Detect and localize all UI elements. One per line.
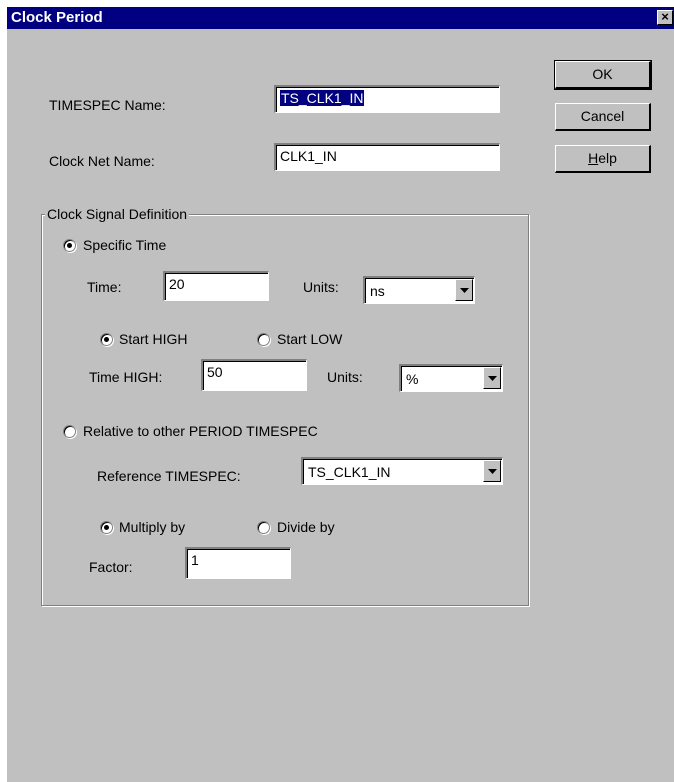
timespec-name-value: TS_CLK1_IN bbox=[280, 90, 365, 106]
time-high-label: Time HIGH: bbox=[89, 369, 163, 385]
units2-select[interactable]: % bbox=[399, 364, 503, 392]
units2-value: % bbox=[406, 371, 419, 387]
timespec-name-label: TIMESPEC Name: bbox=[49, 97, 166, 113]
radio-dot-icon bbox=[104, 525, 109, 530]
divide-by-label: Divide by bbox=[277, 519, 335, 535]
clock-period-dialog: Clock Period × TIMESPEC Name: TS_CLK1_IN… bbox=[6, 6, 674, 782]
timespec-name-input[interactable]: TS_CLK1_IN bbox=[274, 85, 500, 113]
relative-radio[interactable] bbox=[63, 425, 76, 438]
start-low-label: Start LOW bbox=[277, 331, 343, 347]
chevron-down-icon[interactable] bbox=[455, 279, 473, 301]
chevron-down-icon[interactable] bbox=[483, 460, 501, 482]
multiply-by-label: Multiply by bbox=[119, 519, 186, 535]
factor-input[interactable]: 1 bbox=[185, 547, 291, 579]
radio-dot-icon bbox=[67, 243, 72, 248]
reference-timespec-select[interactable]: TS_CLK1_IN bbox=[301, 457, 503, 485]
reference-timespec-label: Reference TIMESPEC: bbox=[97, 468, 241, 484]
close-icon[interactable]: × bbox=[657, 10, 673, 25]
help-label-rest: elp bbox=[598, 150, 617, 166]
time-input[interactable]: 20 bbox=[163, 271, 269, 301]
window-title: Clock Period bbox=[11, 9, 103, 26]
group-title: Clock Signal Definition bbox=[45, 206, 190, 222]
units2-label: Units: bbox=[327, 369, 363, 385]
ok-button[interactable]: OK bbox=[554, 60, 652, 90]
time-high-input[interactable]: 50 bbox=[201, 359, 307, 391]
specific-time-label: Specific Time bbox=[83, 237, 167, 253]
radio-dot-icon bbox=[104, 337, 109, 342]
multiply-by-radio[interactable] bbox=[100, 521, 113, 534]
relative-label: Relative to other PERIOD TIMESPEC bbox=[83, 423, 318, 439]
divide-by-radio[interactable] bbox=[257, 521, 270, 534]
start-high-label: Start HIGH bbox=[119, 331, 188, 347]
title-bar: Clock Period × bbox=[7, 7, 674, 29]
factor-label: Factor: bbox=[89, 559, 133, 575]
units-label: Units: bbox=[303, 279, 339, 295]
start-low-radio[interactable] bbox=[257, 333, 270, 346]
help-button[interactable]: Help bbox=[555, 145, 651, 173]
units-value: ns bbox=[370, 283, 385, 299]
units-select[interactable]: ns bbox=[363, 276, 475, 304]
specific-time-radio[interactable] bbox=[63, 239, 76, 252]
clock-net-name-input[interactable]: CLK1_IN bbox=[274, 143, 500, 171]
help-mnemonic: H bbox=[588, 150, 599, 166]
clock-net-name-label: Clock Net Name: bbox=[49, 153, 155, 169]
reference-timespec-value: TS_CLK1_IN bbox=[308, 464, 391, 480]
start-high-radio[interactable] bbox=[100, 333, 113, 346]
time-label: Time: bbox=[87, 279, 122, 295]
chevron-down-icon[interactable] bbox=[483, 367, 501, 389]
cancel-button[interactable]: Cancel bbox=[555, 103, 651, 131]
